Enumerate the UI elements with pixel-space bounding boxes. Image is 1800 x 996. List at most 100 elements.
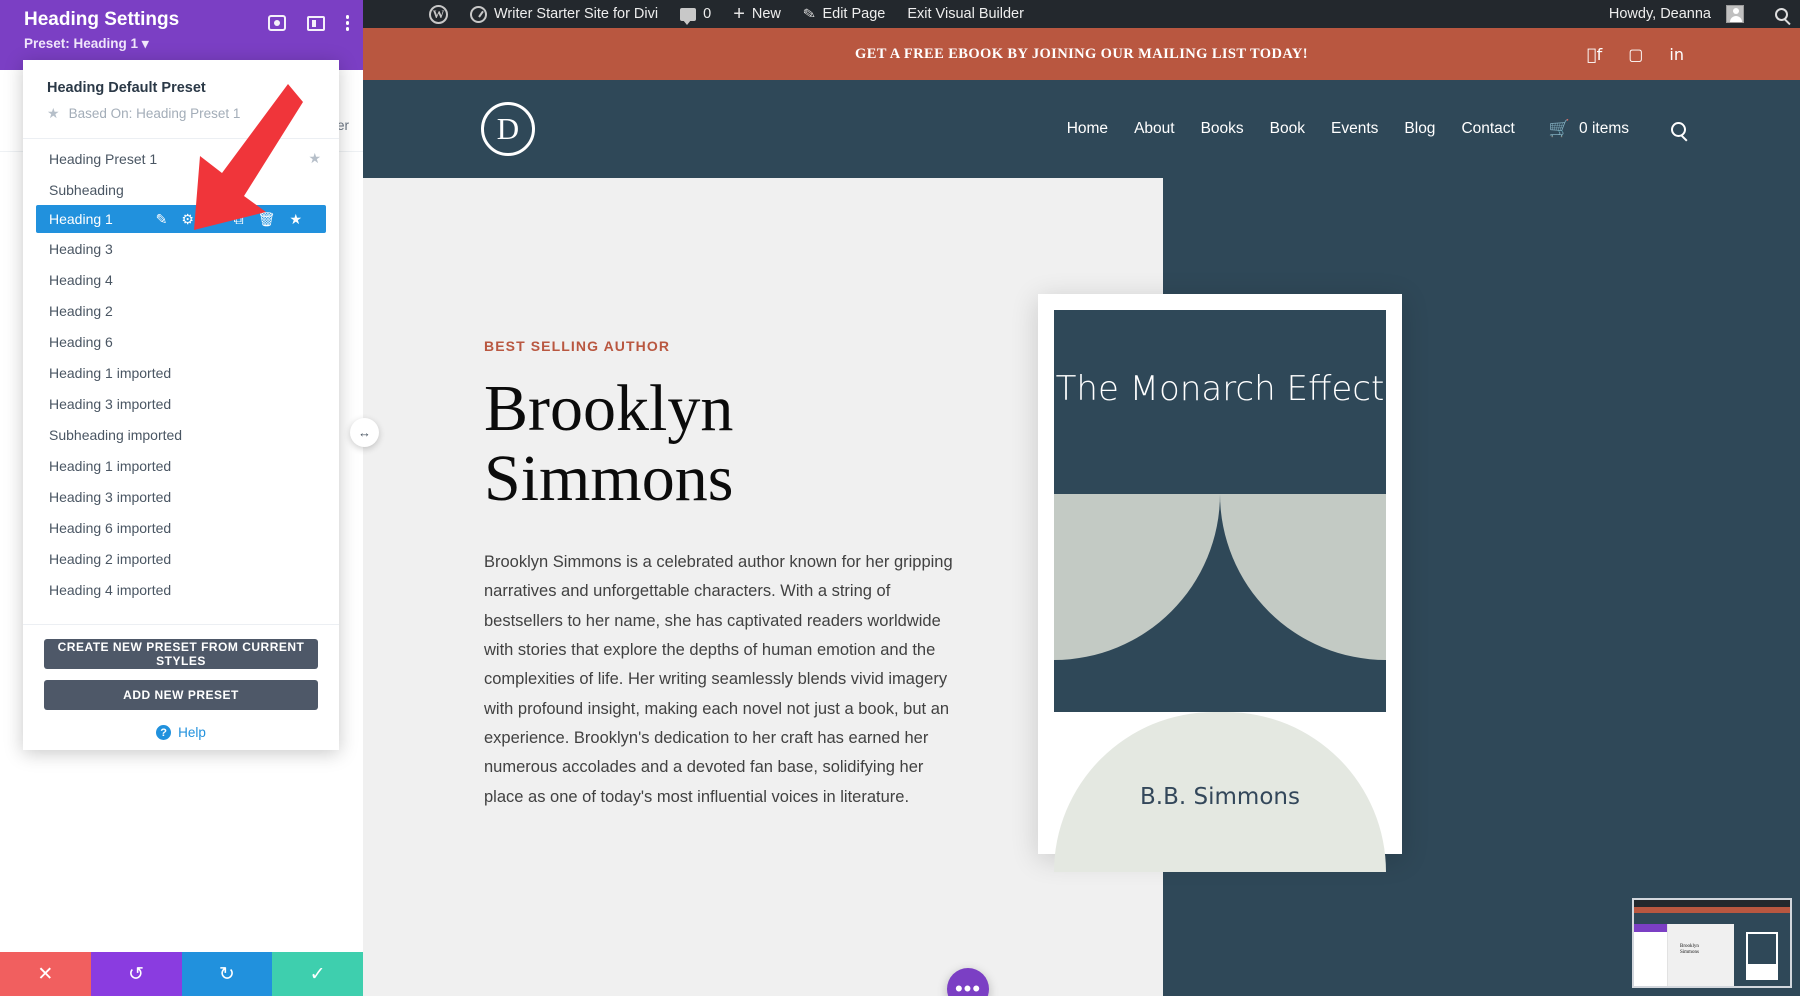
preset-item-heading-1-imported[interactable]: Heading 1 imported [23, 357, 339, 388]
help-link[interactable]: ? Help [44, 721, 318, 740]
my-account-menu[interactable]: Howdy, Deanna [1598, 0, 1755, 28]
nav-item-book[interactable]: Book [1270, 120, 1305, 138]
preset-item-heading-4-imported[interactable]: Heading 4 imported [23, 574, 339, 605]
preset-label: Heading 4 imported [49, 581, 172, 598]
more-options-icon[interactable] [345, 15, 349, 31]
petal-shape-left-top [1054, 494, 1220, 660]
preset-item-heading-2-imported[interactable]: Heading 2 imported [23, 543, 339, 574]
preset-footer: CREATE NEW PRESET FROM CURRENT STYLES AD… [23, 624, 339, 750]
plus-icon: + [733, 3, 745, 25]
author-name-line-1: Brooklyn [484, 372, 734, 445]
default-preset-based-on: ★ Based On: Heading Preset 1 [47, 105, 317, 122]
default-preset-based-on-label: Based On: Heading Preset 1 [68, 106, 241, 121]
mini-page-preview[interactable]: Brooklyn Simmons [1632, 898, 1792, 988]
book-cover-card: The Monarch Effect B.B. Simmons [1038, 294, 1402, 872]
duplicate-icon[interactable]: ⧉ [234, 211, 244, 228]
comments-count-label: 0 [703, 6, 712, 22]
site-logo[interactable]: D [481, 102, 535, 156]
add-new-preset-button[interactable]: ADD NEW PRESET [44, 680, 318, 710]
undo-button[interactable]: ↺ [90, 952, 182, 996]
nav-search-icon[interactable] [1671, 121, 1686, 137]
author-intro-block: BEST SELLING AUTHOR Brooklyn Simmons Bro… [484, 338, 959, 812]
preset-label: Heading 2 imported [49, 550, 172, 567]
preset-item-heading-1-imported-2[interactable]: Heading 1 imported [23, 450, 339, 481]
chevron-down-icon: ▾ [141, 36, 149, 51]
mini-author-name: Brooklyn Simmons [1680, 944, 1699, 955]
star-icon: ★ [47, 105, 60, 121]
preset-label: Heading 4 [49, 271, 113, 288]
nav-item-home[interactable]: Home [1067, 120, 1108, 138]
nav-item-books[interactable]: Books [1201, 120, 1244, 138]
comment-bubble-icon [680, 7, 697, 25]
delete-icon[interactable]: 🗑 [258, 211, 276, 228]
dashboard-gauge-icon [470, 5, 487, 23]
heading-settings-panel: ter Heading Settings Preset: Heading 1 ▾… [0, 0, 363, 996]
preset-item-heading-preset-1[interactable]: Heading Preset 1 ★ [23, 143, 339, 174]
settings-icon[interactable]: ⚙ [181, 211, 194, 228]
panel-preset-label: Preset: Heading 1 [24, 36, 139, 51]
preset-item-heading-6[interactable]: Heading 6 [23, 326, 339, 357]
preset-item-heading-3[interactable]: Heading 3 [23, 233, 339, 264]
preset-label: Subheading [49, 181, 124, 198]
comments-menu[interactable]: 0 [669, 0, 722, 28]
cart-count-label: 0 items [1579, 120, 1629, 137]
favorite-icon[interactable]: ★ [289, 211, 302, 228]
book-cover-art: The Monarch Effect [1054, 310, 1386, 712]
preset-item-heading-4[interactable]: Heading 4 [23, 264, 339, 295]
preset-item-heading-2[interactable]: Heading 2 [23, 295, 339, 326]
panel-action-bar: ✕ ↺ ↻ ✓ [0, 952, 363, 996]
preset-label: Heading 6 [49, 333, 113, 350]
preset-label: Heading 6 imported [49, 519, 172, 536]
exit-visual-builder-link[interactable]: Exit Visual Builder [896, 0, 1035, 28]
author-name-line-2: Simmons [484, 441, 734, 515]
eyebrow-text: BEST SELLING AUTHOR [484, 338, 671, 354]
new-content-menu[interactable]: + New [722, 0, 792, 28]
save-button[interactable]: ✓ [272, 952, 363, 996]
instagram-icon[interactable]: ▢ [1628, 45, 1643, 64]
preset-item-heading-3-imported[interactable]: Heading 3 imported [23, 388, 339, 419]
cart-icon: 🛒 [1548, 119, 1571, 138]
search-icon[interactable] [1775, 7, 1788, 21]
preset-label: Heading Preset 1 [49, 150, 158, 167]
preset-item-heading-6-imported[interactable]: Heading 6 imported [23, 512, 339, 543]
preset-list: Heading Preset 1 ★ Subheading Heading 1 … [23, 139, 339, 613]
preset-item-subheading-imported[interactable]: Subheading imported [23, 419, 339, 450]
help-icon: ? [156, 725, 172, 740]
site-header: D Home About Books Book Events Blog Cont… [363, 80, 1800, 178]
panel-preset-selector[interactable]: Preset: Heading 1 ▾ [24, 36, 347, 52]
mini-admin-bar [1634, 900, 1790, 907]
edit-page-menu[interactable]: ✎ Edit Page [792, 0, 896, 28]
site-name-menu[interactable]: Writer Starter Site for Divi [459, 0, 669, 28]
preset-item-heading-1[interactable]: Heading 1 ✎ ⚙ ⇯ ⧉ 🗑 ★ [36, 205, 326, 233]
split-view-icon[interactable] [306, 15, 325, 31]
wp-logo-button[interactable]: W [418, 0, 459, 28]
default-preset-block[interactable]: Heading Default Preset ★ Based On: Headi… [23, 60, 339, 139]
cancel-button[interactable]: ✕ [0, 952, 91, 996]
nav-item-contact[interactable]: Contact [1461, 120, 1514, 138]
cart-link[interactable]: 🛒 0 items [1549, 119, 1629, 139]
preset-label: Heading 2 [49, 302, 113, 319]
linkedin-icon[interactable]: in [1669, 45, 1684, 64]
export-icon[interactable]: ⇯ [208, 211, 220, 228]
wordpress-logo-icon: W [429, 4, 448, 24]
mini-book-card [1746, 932, 1778, 980]
facebook-icon[interactable]: f [1587, 45, 1602, 64]
help-label: Help [178, 725, 206, 740]
focus-mode-icon[interactable] [267, 15, 286, 31]
create-new-preset-button[interactable]: CREATE NEW PRESET FROM CURRENT STYLES [44, 639, 318, 669]
author-bio-text: Brooklyn Simmons is a celebrated author … [484, 552, 953, 806]
redo-button[interactable]: ↻ [181, 952, 273, 996]
panel-resize-handle[interactable]: ↔ [350, 418, 379, 447]
new-label: New [751, 6, 781, 22]
page-body: BEST SELLING AUTHOR Brooklyn Simmons Bro… [363, 178, 1800, 996]
promo-bar: GET A FREE EBOOK BY JOINING OUR MAILING … [363, 28, 1800, 80]
edit-icon[interactable]: ✎ [156, 211, 168, 228]
preset-label: Heading 1 imported [49, 457, 172, 474]
nav-item-about[interactable]: About [1134, 120, 1175, 138]
nav-item-events[interactable]: Events [1331, 120, 1378, 138]
preset-item-subheading[interactable]: Subheading [23, 174, 339, 205]
favorite-icon[interactable]: ★ [308, 150, 321, 167]
default-preset-name: Heading Default Preset [47, 80, 206, 96]
nav-item-blog[interactable]: Blog [1404, 120, 1435, 138]
preset-item-heading-3-imported-2[interactable]: Heading 3 imported [23, 481, 339, 512]
